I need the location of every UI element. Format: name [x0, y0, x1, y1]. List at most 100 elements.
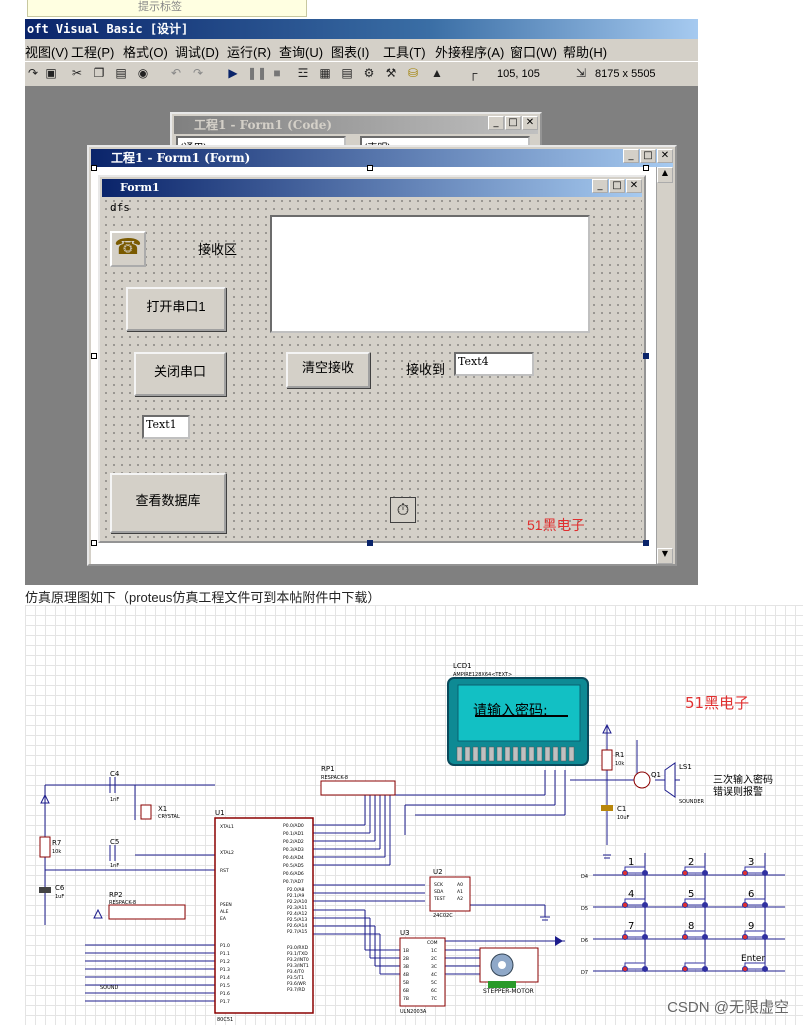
u1-pin: P1.5 [220, 983, 230, 989]
maximize-icon[interactable]: □ [505, 116, 521, 130]
minimize-icon[interactable]: _ [488, 116, 504, 130]
u1-pin: P0.5/AD5 [283, 863, 304, 869]
row-label-d7: D7 [581, 970, 588, 976]
close-icon[interactable]: ✕ [657, 149, 673, 163]
resize-handle[interactable] [643, 540, 649, 546]
menu-project[interactable]: 工程(P) [71, 42, 114, 61]
resize-handle[interactable] [91, 165, 97, 171]
paste-icon[interactable]: ▤ [113, 65, 129, 81]
u3-pin: 2C [431, 956, 437, 962]
u1-pin: EA [220, 916, 227, 922]
mscomm-control-icon[interactable]: ☎ [110, 231, 146, 267]
u1-pin: P3.2/INT0 [287, 957, 309, 963]
ide-menu-bar: 视图(V) 工程(P) 格式(O) 调试(D) 运行(R) 查询(U) 图表(I… [25, 39, 698, 61]
scroll-down-icon[interactable]: ▼ [657, 548, 673, 564]
properties-icon[interactable]: ▦ [317, 65, 333, 81]
key-9: 9 [748, 921, 754, 932]
stop-icon[interactable]: ■ [269, 65, 285, 81]
lcd-part: AMPIRE128X64<TEXT> [453, 672, 512, 678]
resize-handle[interactable] [643, 353, 649, 359]
menu-help[interactable]: 帮助(H) [563, 42, 607, 61]
row-label-d5: D5 [581, 906, 588, 912]
label-receive-area: 接收区 [198, 242, 238, 257]
menu-query[interactable]: 查询(U) [279, 42, 323, 61]
close-icon[interactable]: ✕ [626, 179, 642, 193]
form-layout-icon[interactable]: ▤ [339, 65, 355, 81]
undo-icon[interactable]: ↶ [168, 65, 184, 81]
menu-format[interactable]: 格式(O) [123, 42, 168, 61]
resize-handle[interactable] [367, 540, 373, 546]
menu-view[interactable]: 视图(V) [25, 42, 68, 61]
u1-pin: P2.2/A10 [287, 899, 307, 905]
copy-icon[interactable]: ❐ [91, 65, 107, 81]
open-port-button[interactable]: 打开串口1 [126, 287, 226, 331]
u3-pin: COM [427, 940, 438, 946]
u3-pin: 4B [403, 972, 409, 978]
data-view-icon[interactable]: ⛁ [405, 65, 421, 81]
object-browser-icon[interactable]: ⚙ [361, 65, 377, 81]
start-icon[interactable]: ▶ [225, 65, 241, 81]
q1-ref: Q1 [651, 771, 661, 779]
clear-receive-button[interactable]: 清空接收 [286, 352, 370, 388]
form1[interactable]: Form1 _ □ ✕ dfs ☎ 接收区 打开串口1 关闭串口 清空接收 接收… [98, 175, 646, 543]
receive-textbox[interactable] [270, 215, 590, 333]
u1-pin: P0.2/AD2 [283, 839, 304, 845]
rp2-body [108, 904, 186, 920]
scroll-up-icon[interactable]: ▲ [657, 167, 673, 183]
u2-pin: SDA [434, 889, 444, 895]
menu-window[interactable]: 窗口(W) [510, 42, 557, 61]
u3-pin: 7B [403, 996, 409, 1002]
u3-pin: 2B [403, 956, 409, 962]
label-dfs: dfs [110, 201, 130, 214]
open-project-icon[interactable]: ↷ [25, 65, 41, 81]
text4-textbox[interactable]: Text4 [454, 352, 534, 376]
maximize-icon[interactable]: □ [640, 149, 656, 163]
key-2: 2 [688, 857, 694, 868]
save-icon[interactable]: ▣ [43, 65, 59, 81]
u1-pin: P1.1 [220, 951, 230, 957]
menu-addins[interactable]: 外接程序(A) [435, 42, 504, 61]
text1-textbox[interactable]: Text1 [142, 415, 190, 439]
key-5: 5 [688, 889, 694, 900]
timer-control-icon[interactable]: ⏱ [390, 497, 416, 523]
motor-label: STEPPER-MOTOR [483, 988, 534, 995]
u3-ref: U3 [400, 929, 410, 937]
redo-icon[interactable]: ↷ [190, 65, 206, 81]
vb-ide-window: oft Visual Basic [设计] 视图(V) 工程(P) 格式(O) … [25, 19, 698, 585]
resize-handle[interactable] [91, 353, 97, 359]
position-icon: ┌ [468, 66, 478, 80]
maximize-icon[interactable]: □ [609, 179, 625, 193]
rp2-ref: RP2 [109, 891, 123, 899]
view-database-button[interactable]: 查看数据库 [110, 473, 226, 533]
close-port-button[interactable]: 关闭串口 [134, 352, 226, 396]
u1-pin: P2.3/A11 [287, 905, 307, 911]
pause-icon[interactable]: ❚❚ [247, 65, 267, 81]
resize-handle[interactable] [91, 540, 97, 546]
c1-value: 10uF [617, 815, 630, 821]
x1-part: CRYSTAL [158, 814, 180, 820]
u1-pin: P2.1/A9 [287, 893, 304, 899]
component-manager-icon[interactable]: ▲ [429, 65, 445, 81]
c5-value: 1nF [110, 863, 119, 869]
code-window-caption-buttons: _ □ ✕ [487, 116, 538, 130]
resize-handle[interactable] [643, 165, 649, 171]
rp1-ref: RP1 [321, 765, 335, 773]
vertical-scrollbar[interactable]: ▲ ▼ [656, 167, 673, 564]
form-designer-title: 工程1 - Form1 (Form) [111, 151, 251, 165]
menu-run[interactable]: 运行(R) [227, 42, 271, 61]
project-explorer-icon[interactable]: ☲ [295, 65, 311, 81]
row-label-d4: D4 [581, 874, 588, 880]
toolbox-icon[interactable]: ⚒ [383, 65, 399, 81]
menu-tools[interactable]: 工具(T) [383, 42, 426, 61]
close-icon[interactable]: ✕ [522, 116, 538, 130]
minimize-icon[interactable]: _ [623, 149, 639, 163]
minimize-icon[interactable]: _ [592, 179, 608, 193]
ide-toolbar: ↷ ▣ ✂ ❐ ▤ ◉ ↶ ↷ ▶ ❚❚ ■ ☲ ▦ ▤ ⚙ ⚒ ⛁ ▲ ┌ 1… [25, 61, 698, 87]
key-enter: Enter [741, 954, 765, 964]
menu-diagram[interactable]: 图表(I) [331, 42, 369, 61]
resize-handle[interactable] [367, 165, 373, 171]
find-icon[interactable]: ◉ [135, 65, 151, 81]
cut-icon[interactable]: ✂ [69, 65, 85, 81]
menu-debug[interactable]: 调试(D) [175, 42, 219, 61]
position-readout: 105, 105 [497, 68, 540, 80]
